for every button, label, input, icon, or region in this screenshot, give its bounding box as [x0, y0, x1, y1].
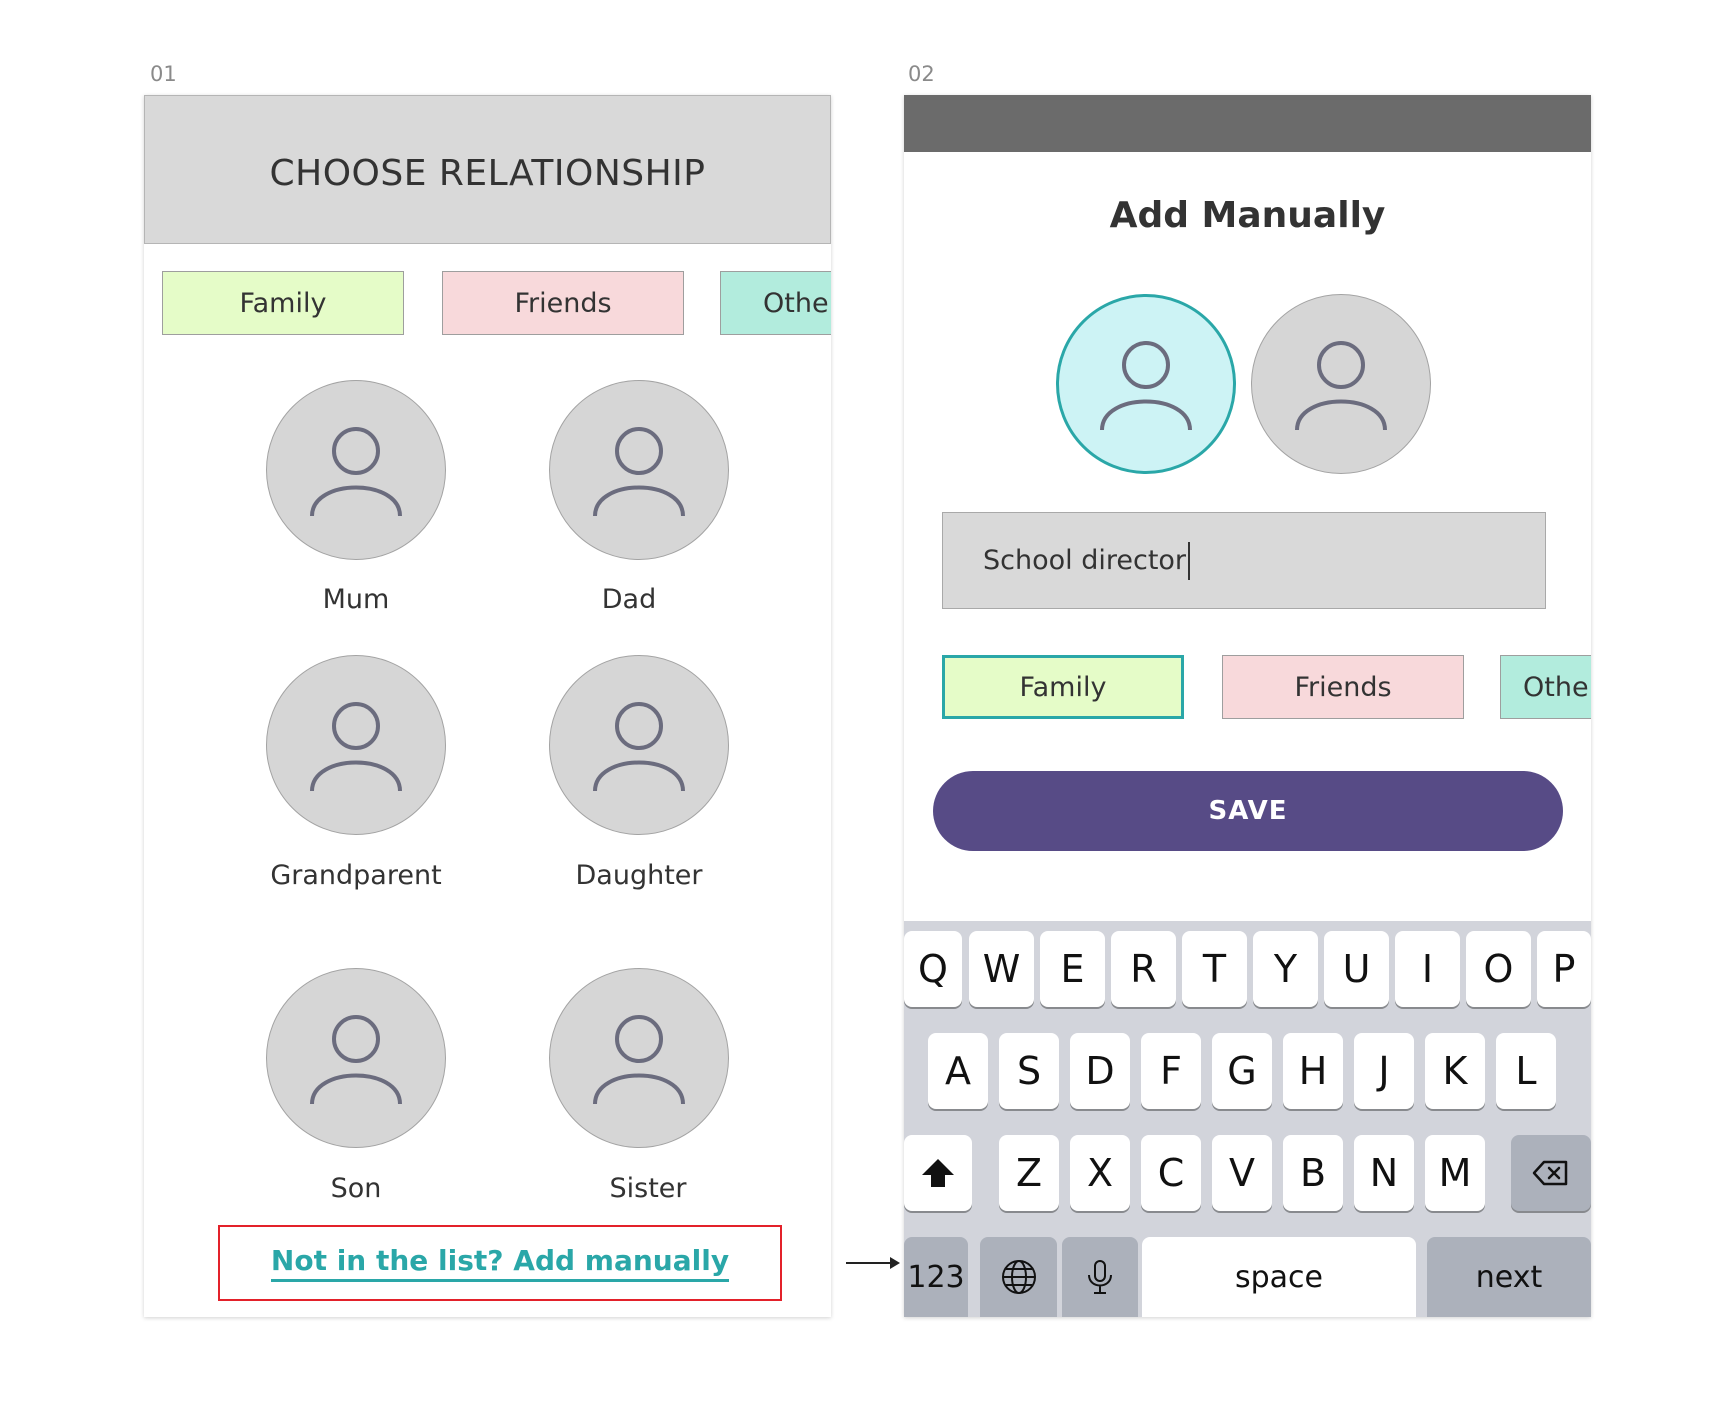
person-icon: [1295, 341, 1387, 431]
relationship-name-input[interactable]: School director: [942, 512, 1546, 609]
key-n[interactable]: N: [1354, 1135, 1414, 1211]
key-m[interactable]: M: [1425, 1135, 1485, 1211]
key-g[interactable]: G: [1212, 1033, 1272, 1109]
key-j[interactable]: J: [1354, 1033, 1414, 1109]
key-c[interactable]: C: [1141, 1135, 1201, 1211]
key-f[interactable]: F: [1141, 1033, 1201, 1109]
avatar-option[interactable]: [1251, 294, 1431, 474]
key-o[interactable]: O: [1466, 931, 1531, 1007]
text-caret: [1188, 541, 1191, 580]
avatar-daughter[interactable]: [549, 655, 729, 835]
key-k[interactable]: K: [1425, 1033, 1485, 1109]
avatar-son[interactable]: [266, 968, 446, 1148]
key-x[interactable]: X: [1070, 1135, 1130, 1211]
chip-friends[interactable]: Friends: [442, 271, 684, 335]
avatar-label-son: Son: [330, 1173, 382, 1204]
globe-key[interactable]: [980, 1237, 1057, 1317]
key-u[interactable]: U: [1324, 931, 1389, 1007]
status-bar: [904, 95, 1591, 152]
key-e[interactable]: E: [1040, 931, 1105, 1007]
avatar-option-selected[interactable]: [1056, 294, 1236, 474]
microphone-key[interactable]: [1062, 1237, 1138, 1317]
flow-arrow: [846, 1257, 900, 1269]
next-key[interactable]: next: [1427, 1237, 1591, 1317]
key-b[interactable]: B: [1283, 1135, 1343, 1211]
person-icon: [593, 1015, 685, 1105]
space-key[interactable]: space: [1142, 1237, 1416, 1317]
keyboard: Q W E R T Y U I O P A S D F G H J K L Z …: [904, 921, 1591, 1317]
person-icon: [593, 702, 685, 792]
key-a[interactable]: A: [928, 1033, 988, 1109]
screen-label-02: 02: [908, 62, 935, 86]
person-icon: [1100, 341, 1192, 431]
shift-icon: [922, 1159, 954, 1187]
avatar-label-mum: Mum: [322, 584, 390, 615]
avatar-grandparent[interactable]: [266, 655, 446, 835]
key-d[interactable]: D: [1070, 1033, 1130, 1109]
choose-relationship-screen: CHOOSE RELATIONSHIP Family Friends Othe …: [144, 95, 831, 1317]
key-w[interactable]: W: [969, 931, 1034, 1007]
page-title: CHOOSE RELATIONSHIP: [269, 153, 706, 194]
chip-friends[interactable]: Friends: [1222, 655, 1464, 719]
person-icon: [310, 1015, 402, 1105]
chip-family[interactable]: Family: [942, 655, 1184, 719]
avatar-label-dad: Dad: [601, 584, 657, 615]
backspace-icon: [1532, 1160, 1568, 1186]
header: CHOOSE RELATIONSHIP: [144, 95, 831, 244]
backspace-key[interactable]: [1511, 1135, 1591, 1211]
avatar-mum[interactable]: [266, 380, 446, 560]
person-icon: [310, 702, 402, 792]
key-q[interactable]: Q: [904, 931, 962, 1007]
screen-label-01: 01: [150, 62, 177, 86]
chip-other[interactable]: Othe: [1500, 655, 1591, 719]
chip-family[interactable]: Family: [162, 271, 404, 335]
globe-icon: [1001, 1260, 1036, 1294]
key-i[interactable]: I: [1395, 931, 1460, 1007]
key-s[interactable]: S: [999, 1033, 1059, 1109]
key-r[interactable]: R: [1111, 931, 1176, 1007]
numbers-key[interactable]: 123: [904, 1237, 968, 1317]
key-t[interactable]: T: [1182, 931, 1247, 1007]
microphone-icon: [1088, 1260, 1112, 1294]
add-manually-highlight: Not in the list? Add manually: [218, 1225, 782, 1301]
person-icon: [593, 427, 685, 517]
key-h[interactable]: H: [1283, 1033, 1343, 1109]
key-v[interactable]: V: [1212, 1135, 1272, 1211]
input-value: School director: [983, 545, 1187, 576]
page-title: Add Manually: [1109, 195, 1386, 236]
person-icon: [310, 427, 402, 517]
avatar-sister[interactable]: [549, 968, 729, 1148]
key-p[interactable]: P: [1537, 931, 1591, 1007]
shift-key[interactable]: [904, 1135, 972, 1211]
add-manually-screen: Add Manually School director Family Frie…: [904, 95, 1591, 1317]
avatar-label-sister: Sister: [609, 1173, 687, 1204]
add-manually-link[interactable]: Not in the list? Add manually: [270, 1244, 730, 1282]
avatar-label-daughter: Daughter: [575, 860, 703, 891]
key-l[interactable]: L: [1496, 1033, 1556, 1109]
avatar-dad[interactable]: [549, 380, 729, 560]
key-y[interactable]: Y: [1253, 931, 1318, 1007]
avatar-label-grandparent: Grandparent: [270, 860, 442, 891]
chip-other[interactable]: Othe: [720, 271, 831, 335]
save-button[interactable]: SAVE: [933, 771, 1563, 851]
key-z[interactable]: Z: [999, 1135, 1059, 1211]
